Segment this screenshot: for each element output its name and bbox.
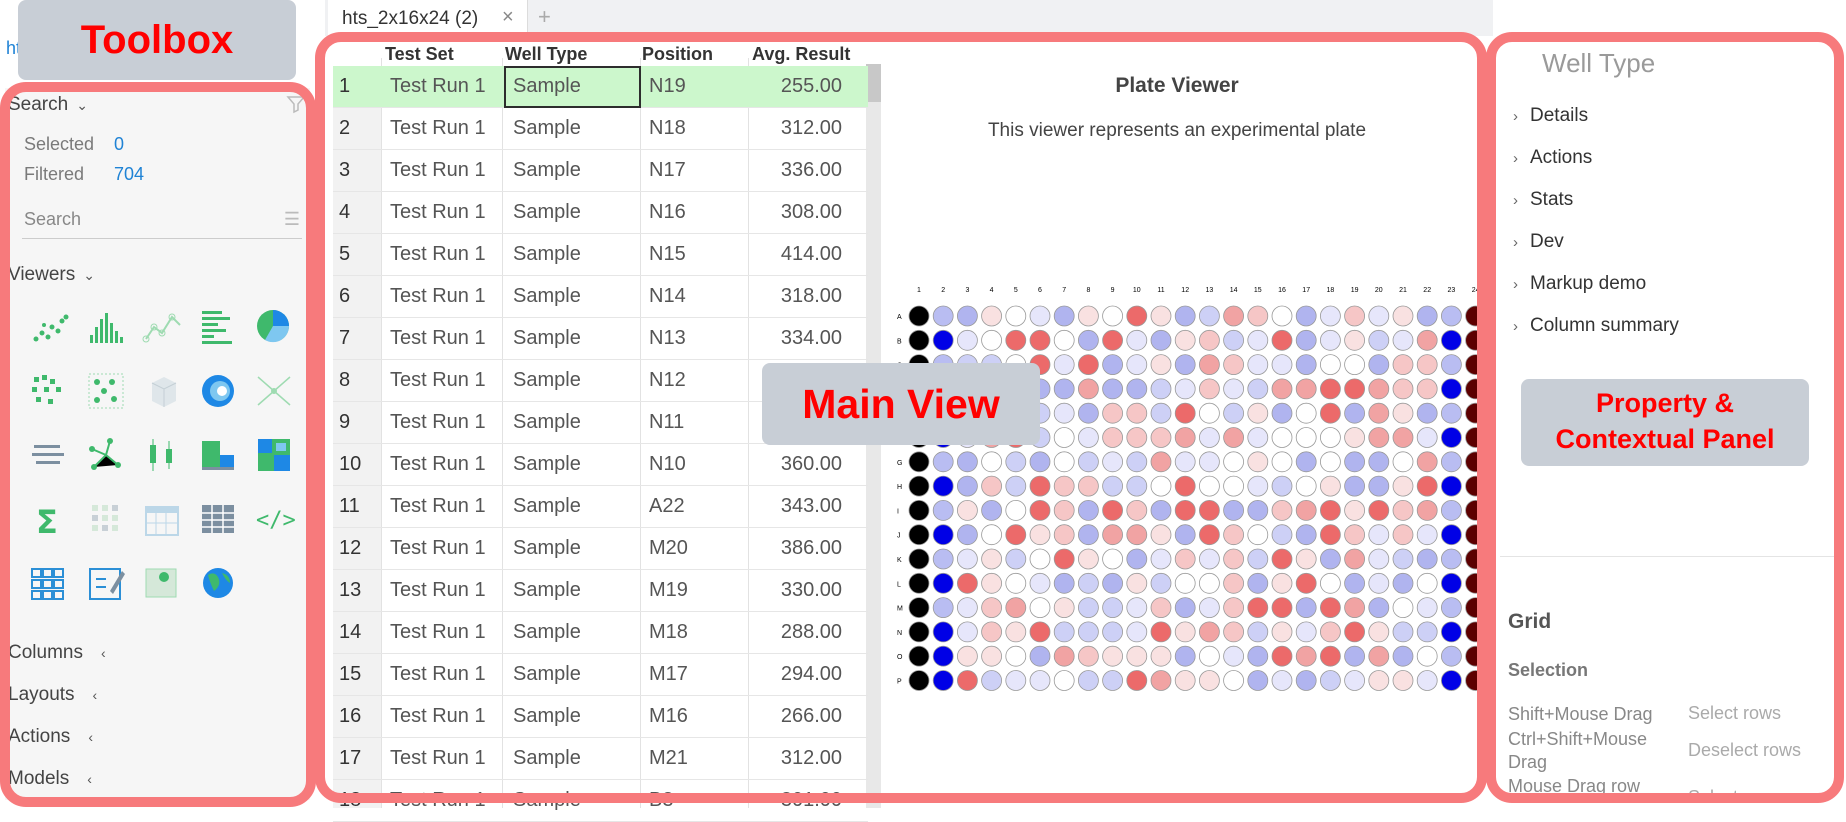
toolbox-annotation-label: Toolbox [18, 0, 296, 80]
property-annotation-line-1: Property & [1595, 388, 1735, 418]
property-panel-annotation-label: Property & Contextual Panel [1521, 379, 1809, 466]
main-view-annotation-label: Main View [762, 363, 1040, 445]
close-icon[interactable]: × [502, 6, 514, 29]
toolbox-highlight-frame [0, 82, 316, 807]
property-annotation-line-2: Contextual Panel [1555, 424, 1775, 454]
tab-label: hts_2x16x24 (2) [342, 8, 479, 29]
add-tab-icon[interactable]: + [538, 4, 551, 30]
tab-hts-dataset[interactable]: hts_2x16x24 (2) × [328, 0, 528, 36]
